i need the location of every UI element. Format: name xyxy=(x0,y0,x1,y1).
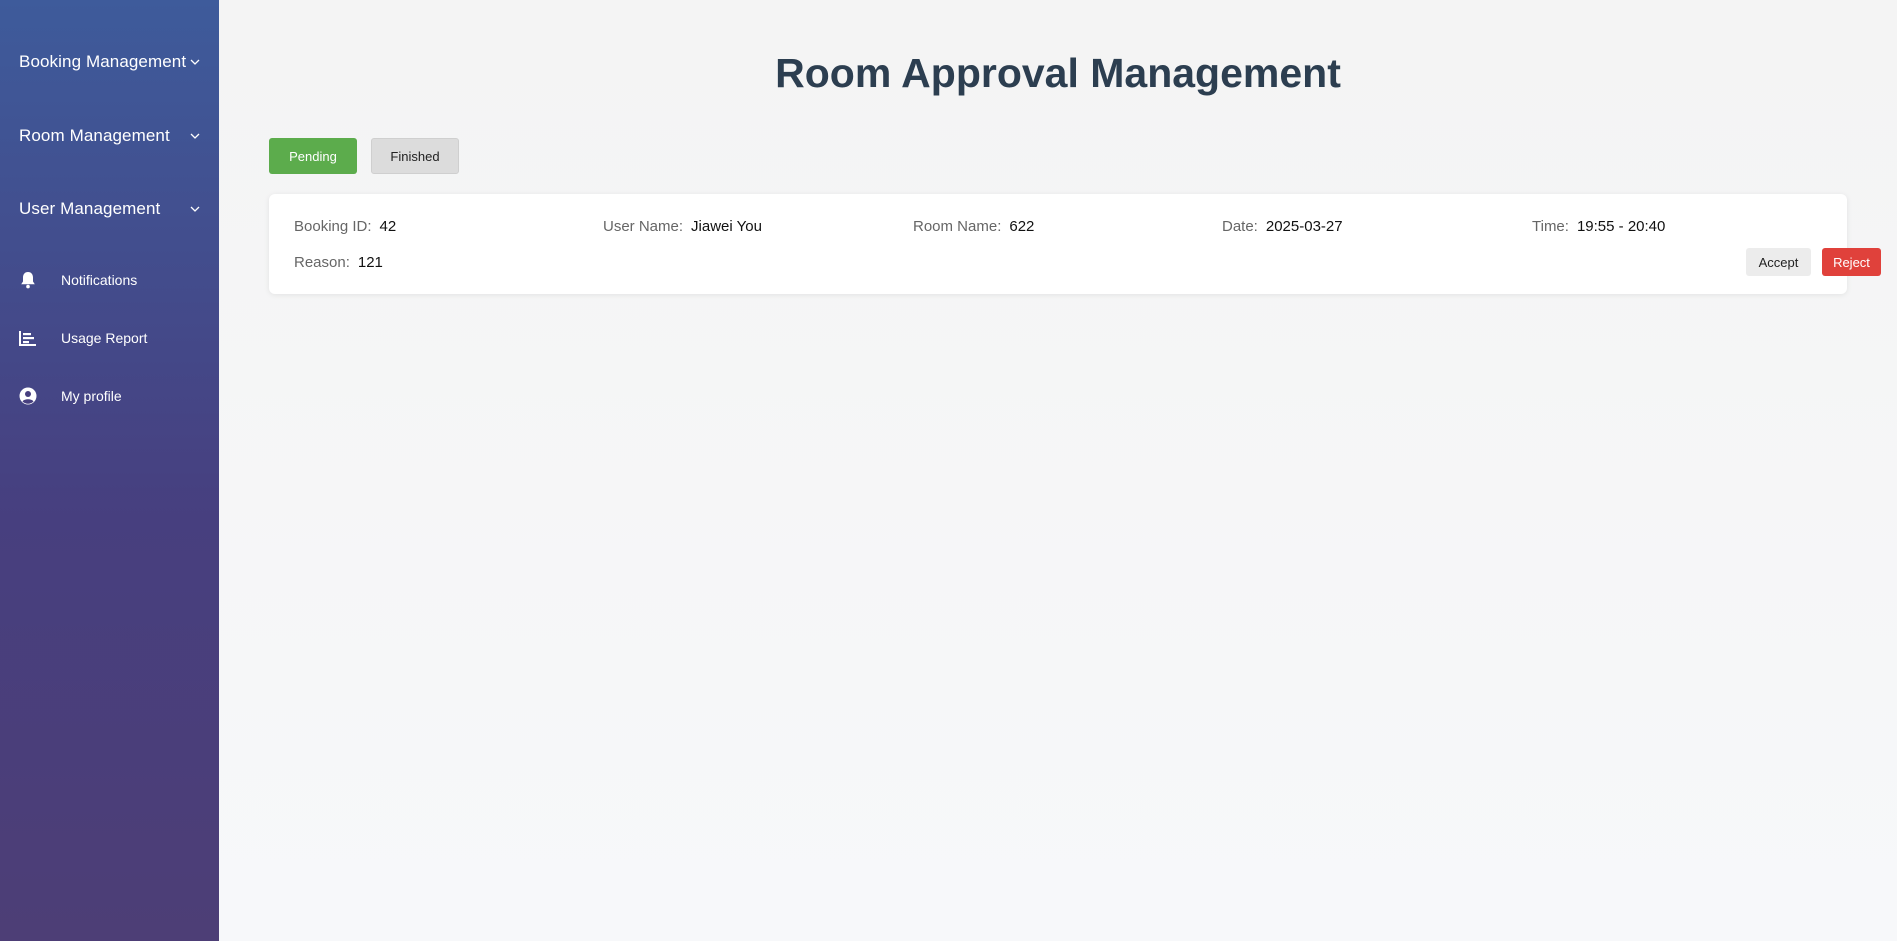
time-label: Time: xyxy=(1532,218,1569,235)
menu-group-user-management[interactable]: User Management xyxy=(19,199,201,219)
user-name-field: User Name: Jiawei You xyxy=(603,218,762,235)
sidebar-item-label: My profile xyxy=(61,388,122,404)
user-name-label: User Name: xyxy=(603,218,684,235)
reason-value: 121 xyxy=(357,254,383,271)
chevron-down-icon xyxy=(189,130,201,142)
menu-group-label: User Management xyxy=(19,199,161,218)
chevron-down-icon xyxy=(189,56,201,68)
tab-pending[interactable]: Pending xyxy=(269,138,357,174)
sidebar-item-usage-report[interactable]: Usage Report xyxy=(18,326,208,350)
accept-button[interactable]: Accept xyxy=(1746,248,1811,276)
room-name-value: 622 xyxy=(1009,218,1035,235)
reject-button[interactable]: Reject xyxy=(1822,248,1881,276)
reason-field: Reason: 121 xyxy=(294,254,383,271)
room-name-label: Room Name: xyxy=(913,218,1002,235)
sidebar-item-my-profile[interactable]: My profile xyxy=(18,384,208,408)
menu-group-label: Room Management xyxy=(19,126,170,145)
booking-id-value: 42 xyxy=(379,218,397,235)
sidebar: Booking Management Room Management User … xyxy=(0,0,219,941)
chevron-down-icon xyxy=(189,203,201,215)
user-name-value: Jiawei You xyxy=(691,218,762,235)
date-label: Date: xyxy=(1222,218,1258,235)
booking-id-label: Booking ID: xyxy=(294,218,372,235)
sidebar-item-label: Usage Report xyxy=(61,330,148,346)
page-title: Room Approval Management xyxy=(775,50,1341,96)
user-circle-icon xyxy=(18,386,38,406)
booking-id-field: Booking ID: 42 xyxy=(294,218,396,235)
main-content: Room Approval Management Pending Finishe… xyxy=(219,0,1897,941)
menu-group-room-management[interactable]: Room Management xyxy=(19,126,201,146)
date-field: Date: 2025-03-27 xyxy=(1222,218,1343,235)
booking-card: Booking ID: 42 User Name: Jiawei You Room … xyxy=(269,194,1881,294)
time-value: 19:55 - 20:40 xyxy=(1576,218,1666,235)
tab-finished[interactable]: Finished xyxy=(371,138,459,174)
sidebar-item-notifications[interactable]: Notifications xyxy=(18,268,208,292)
menu-group-booking-management[interactable]: Booking Management xyxy=(19,52,201,72)
sidebar-item-label: Notifications xyxy=(61,272,138,288)
bell-icon xyxy=(18,270,38,290)
bar-chart-icon xyxy=(18,328,38,348)
menu-group-label: Booking Management xyxy=(19,52,187,71)
reason-label: Reason: xyxy=(294,254,350,271)
room-name-field: Room Name: 622 xyxy=(913,218,1034,235)
time-field: Time: 19:55 - 20:40 xyxy=(1532,218,1665,235)
date-value: 2025-03-27 xyxy=(1265,218,1343,235)
